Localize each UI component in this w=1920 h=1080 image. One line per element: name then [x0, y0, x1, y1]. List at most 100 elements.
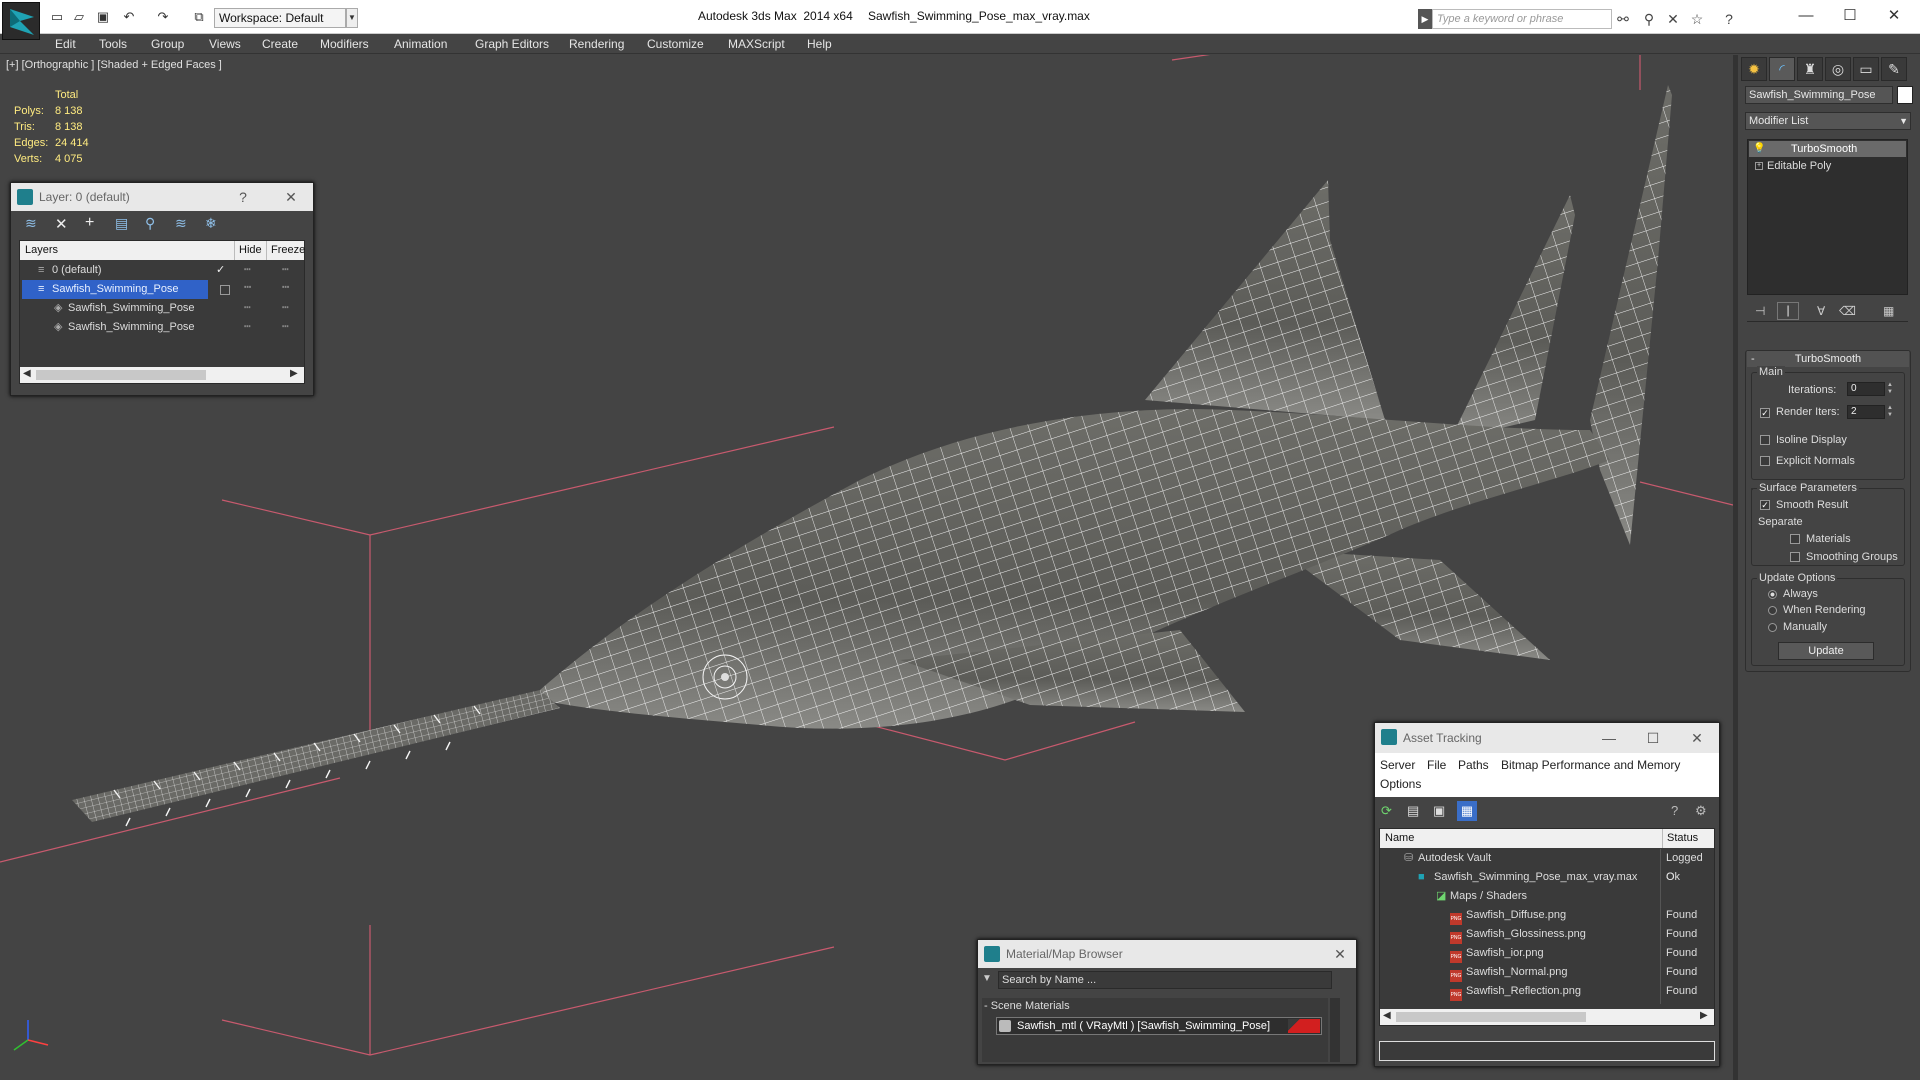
scroll-right-icon[interactable]: ▶ — [1700, 1010, 1708, 1021]
menu-views[interactable]: Views — [209, 34, 241, 54]
scroll-left-icon[interactable]: ◀ — [1383, 1010, 1391, 1021]
horizontal-scrollbar[interactable]: ◀ ▶ — [20, 367, 304, 383]
menu-options[interactable]: Options — [1380, 777, 1421, 791]
menu-edit[interactable]: Edit — [55, 34, 76, 54]
workspace-dropdown[interactable]: Workspace: Default — [214, 8, 346, 28]
object-name-field[interactable]: Sawfish_Swimming_Pose — [1745, 86, 1893, 104]
asset-row[interactable]: PNG Sawfish_Diffuse.png Found — [1380, 906, 1714, 925]
create-tab-icon[interactable]: ✹ — [1741, 57, 1767, 81]
utilities-tab-icon[interactable]: ✎ — [1881, 57, 1907, 81]
maximize-button[interactable]: ☐ — [1835, 6, 1865, 26]
isoline-display-checkbox[interactable] — [1760, 435, 1770, 445]
menu-paths[interactable]: Paths — [1458, 758, 1489, 772]
asset-row[interactable]: ⛁ Autodesk Vault Logged O — [1380, 849, 1714, 883]
menu-bitmap-performance[interactable]: Bitmap Performance and Memory — [1501, 758, 1680, 772]
spinner-arrows-icon[interactable]: ▲ ▼ — [1886, 405, 1894, 419]
smooth-result-checkbox[interactable]: ✓ — [1760, 500, 1770, 510]
redo-icon[interactable]: ↷ — [154, 9, 172, 25]
asset-row[interactable]: PNG Sawfish_Reflection.png Found — [1380, 982, 1714, 1001]
chevron-down-icon[interactable]: ▼ — [346, 8, 358, 28]
asset-path-field[interactable] — [1379, 1041, 1715, 1061]
col-status[interactable]: Status — [1662, 829, 1698, 848]
minimize-button[interactable]: — — [1791, 6, 1821, 26]
refresh-icon[interactable]: ⟳ — [1381, 803, 1392, 819]
freeze-toggle[interactable]: ┅ — [282, 318, 289, 337]
menu-customize[interactable]: Customize — [647, 34, 704, 54]
thumbnail-view-icon[interactable]: ▣ — [1433, 803, 1445, 819]
help-icon[interactable]: ? — [1671, 803, 1678, 818]
maximize-icon[interactable]: ☐ — [1643, 728, 1663, 748]
undo-icon[interactable]: ↶ — [120, 9, 138, 25]
configure-sets-icon[interactable]: ▦ — [1883, 304, 1894, 318]
select-layer-icon[interactable]: ▤ — [115, 215, 128, 232]
menu-rendering[interactable]: Rendering — [569, 34, 624, 54]
freeze-all-icon[interactable]: ❄ — [205, 215, 217, 232]
freeze-toggle[interactable]: ┅ — [282, 299, 289, 318]
layer-row[interactable]: ≡ 0 (default) ✓ ┅ ┅ — [20, 261, 304, 280]
asset-row[interactable]: PNG Sawfish_Glossiness.png Found — [1380, 925, 1714, 944]
help-icon[interactable]: ? — [233, 187, 253, 207]
scroll-thumb[interactable] — [36, 370, 206, 380]
vault-options-icon[interactable]: ⚙ — [1695, 803, 1707, 819]
hide-all-icon[interactable]: ≋ — [175, 215, 187, 232]
menu-tools[interactable]: Tools — [99, 34, 127, 54]
help-icon[interactable]: ? — [1720, 10, 1738, 28]
hide-toggle[interactable]: ┅ — [244, 280, 251, 294]
menu-create[interactable]: Create — [262, 34, 298, 54]
motion-tab-icon[interactable]: ◎ — [1825, 57, 1851, 81]
add-layer-icon[interactable]: + — [85, 214, 94, 232]
col-layers[interactable]: Layers — [25, 241, 58, 260]
menu-graph-editors[interactable]: Graph Editors — [475, 34, 549, 54]
rollout-header[interactable]: - TurboSmooth — [1747, 351, 1909, 367]
save-file-icon[interactable]: ▣ — [94, 9, 112, 25]
asset-tracking-header[interactable]: Asset Tracking — ☐ ✕ — [1375, 723, 1719, 753]
freeze-toggle[interactable]: ┅ — [282, 261, 289, 280]
asset-row[interactable]: PNG Sawfish_ior.png Found — [1380, 944, 1714, 963]
manually-radio[interactable] — [1768, 623, 1777, 632]
menu-help[interactable]: Help — [807, 34, 832, 54]
when-rendering-radio[interactable] — [1768, 606, 1777, 615]
hide-toggle[interactable]: ┅ — [244, 299, 251, 318]
lightbulb-icon[interactable]: 💡 — [1753, 141, 1765, 157]
explicit-normals-checkbox[interactable] — [1760, 456, 1770, 466]
close-button[interactable]: ✕ — [1879, 6, 1909, 26]
viewport-label[interactable]: [+] [Orthographic ] [Shaded + Edged Face… — [6, 59, 222, 71]
highlight-layer-icon[interactable]: ⚲ — [145, 215, 155, 232]
close-icon[interactable]: ✕ — [1687, 728, 1707, 748]
subscription-icon[interactable]: ⚲ — [1640, 10, 1658, 28]
scroll-right-icon[interactable]: ▶ — [290, 368, 298, 379]
modify-tab-icon[interactable]: ◜ — [1769, 57, 1795, 81]
material-browser-header[interactable]: Material/Map Browser ✕ — [978, 940, 1356, 968]
new-file-icon[interactable]: ▭ — [48, 9, 66, 25]
layer-object-row[interactable]: ◈ Sawfish_Swimming_Pose ┅ ┅ — [20, 318, 304, 337]
show-end-result-icon[interactable]: | — [1777, 302, 1799, 320]
material-item[interactable]: Sawfish_mtl ( VRayMtl ) [Sawfish_Swimmin… — [996, 1017, 1322, 1035]
spinner-arrows-icon[interactable]: ▲ ▼ — [1886, 382, 1894, 396]
asset-row[interactable]: ◪ Maps / Shaders — [1380, 887, 1714, 906]
display-tab-icon[interactable]: ▭ — [1853, 57, 1879, 81]
material-search-input[interactable]: Search by Name ... — [998, 971, 1332, 989]
update-button[interactable]: Update — [1778, 642, 1874, 660]
layer-row-selected[interactable]: ≡ Sawfish_Swimming_Pose — [22, 280, 208, 299]
col-freeze[interactable]: Freeze — [266, 241, 305, 260]
menu-modifiers[interactable]: Modifiers — [320, 34, 369, 54]
scene-materials-section[interactable]: - Scene Materials — [984, 1000, 1070, 1012]
close-icon[interactable]: ✕ — [281, 187, 301, 207]
menu-group[interactable]: Group — [151, 34, 184, 54]
stack-item-editable-poly[interactable]: + Editable Poly — [1749, 158, 1906, 174]
project-folder-icon[interactable]: ⧉ — [190, 9, 208, 25]
render-iters-spinner[interactable]: 2 — [1847, 405, 1885, 419]
list-view-icon[interactable]: ▤ — [1407, 803, 1419, 819]
layers-icon[interactable]: ≋ — [25, 215, 37, 232]
freeze-toggle[interactable]: ┅ — [282, 280, 289, 294]
table-view-icon[interactable]: ▦ — [1457, 801, 1477, 821]
remove-modifier-icon[interactable]: ⌫ — [1839, 304, 1856, 318]
materials-checkbox[interactable] — [1790, 534, 1800, 544]
application-menu-button[interactable] — [2, 2, 40, 40]
col-hide[interactable]: Hide — [234, 241, 262, 260]
make-unique-icon[interactable]: ∀ — [1817, 304, 1825, 318]
favorites-star-icon[interactable]: ☆ — [1688, 10, 1706, 28]
pin-stack-icon[interactable]: ⊣ — [1755, 304, 1765, 318]
open-file-icon[interactable]: ▱ — [70, 9, 88, 25]
close-icon[interactable]: ✕ — [1330, 944, 1350, 964]
